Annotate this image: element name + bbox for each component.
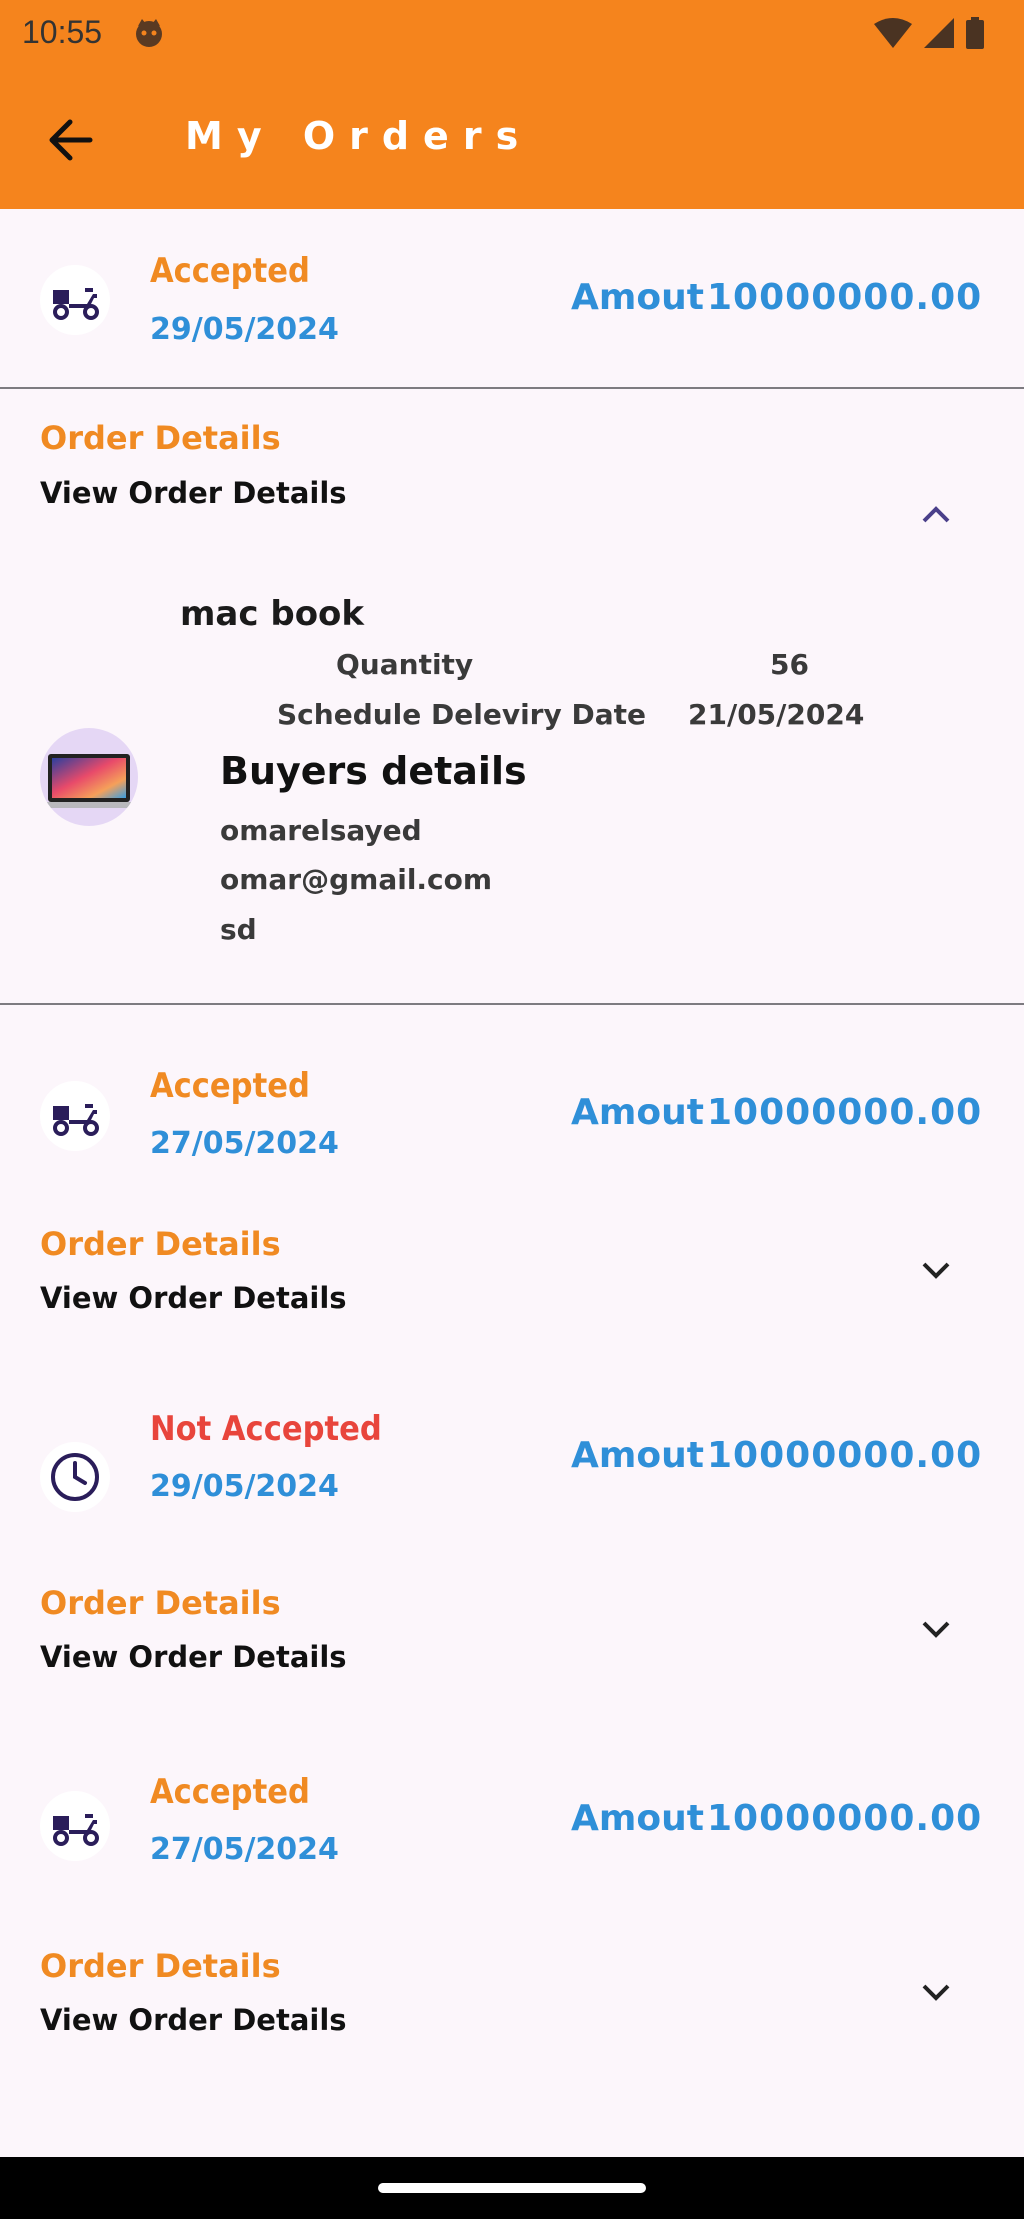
home-gesture-handle[interactable] — [378, 2183, 646, 2193]
chevron-down-icon[interactable] — [918, 1980, 954, 2004]
amount-label: Amout — [571, 1435, 704, 1476]
order-card[interactable]: Accepted 27/05/2024 Amout 10000000.00 — [0, 1760, 1024, 1940]
signal-icon — [924, 18, 954, 52]
quantity-label: Quantity — [336, 648, 474, 681]
battery-icon — [966, 17, 984, 53]
buyer-email: omar@gmail.com — [220, 863, 493, 896]
amount-value: 10000000.00 — [707, 277, 983, 318]
chevron-down-icon[interactable] — [918, 1258, 954, 1282]
view-order-details-link[interactable]: View Order Details — [40, 2003, 347, 2037]
order-details-panel[interactable]: Order Details View Order Details — [0, 1940, 1024, 2123]
order-details-panel: Order Details View Order Details mac boo… — [0, 389, 1024, 1034]
buyer-name: omarelsayed — [220, 814, 422, 847]
view-order-details-link[interactable]: View Order Details — [40, 476, 347, 510]
order-details-title: Order Details — [40, 1584, 281, 1622]
chevron-down-icon[interactable] — [918, 1617, 954, 1641]
order-details-title: Order Details — [40, 1947, 281, 1985]
page-title: My Orders — [185, 114, 533, 158]
buyers-details-title: Buyers details — [220, 749, 527, 793]
divider — [0, 1003, 1024, 1005]
delivery-scooter-icon — [40, 1081, 110, 1151]
order-status: Accepted — [150, 251, 310, 291]
order-details-panel[interactable]: Order Details View Order Details — [0, 1214, 1024, 1397]
amount-label: Amout — [571, 277, 704, 318]
order-details-title: Order Details — [40, 419, 281, 457]
order-status: Accepted — [150, 1772, 310, 1812]
amount-label: Amout — [571, 1092, 704, 1133]
order-date: 27/05/2024 — [150, 1126, 339, 1161]
delivery-scooter-icon — [40, 265, 110, 335]
order-details-panel[interactable]: Order Details View Order Details — [0, 1577, 1024, 1760]
amount-label: Amout — [571, 1798, 704, 1839]
amount-value: 10000000.00 — [707, 1092, 983, 1133]
order-date: 27/05/2024 — [150, 1832, 339, 1867]
status-icons — [874, 17, 984, 53]
system-nav-bar — [0, 2157, 1024, 2219]
schedule-delivery-label: Schedule Deleviry Date — [277, 698, 646, 731]
amount-value: 10000000.00 — [707, 1435, 983, 1476]
order-card[interactable]: Accepted 29/05/2024 Amout 10000000.00 — [0, 209, 1024, 389]
order-details-title: Order Details — [40, 1225, 281, 1263]
status-bar: 10:55 — [0, 0, 1024, 70]
clock-icon — [40, 1442, 110, 1512]
quantity-value: 56 — [770, 648, 809, 681]
app-notification-icon — [132, 16, 166, 50]
product-name: mac book — [180, 594, 365, 634]
chevron-up-icon[interactable] — [918, 501, 954, 525]
view-order-details-link[interactable]: View Order Details — [40, 1640, 347, 1674]
orders-list: Accepted 29/05/2024 Amout 10000000.00 Or… — [0, 209, 1024, 2123]
order-status: Accepted — [150, 1066, 310, 1106]
amount-value: 10000000.00 — [707, 1798, 983, 1839]
wifi-icon — [874, 18, 912, 52]
order-status: Not Accepted — [150, 1409, 382, 1449]
order-date: 29/05/2024 — [150, 312, 339, 347]
order-card[interactable]: Accepted 27/05/2024 Amout 10000000.00 — [0, 1034, 1024, 1214]
order-card[interactable]: Not Accepted 29/05/2024 Amout 10000000.0… — [0, 1397, 1024, 1577]
order-date: 29/05/2024 — [150, 1469, 339, 1504]
buyer-address: sd — [220, 913, 257, 946]
product-image — [40, 728, 138, 826]
app-bar: My Orders — [0, 70, 1024, 209]
delivery-scooter-icon — [40, 1791, 110, 1861]
back-arrow-icon[interactable] — [40, 114, 100, 166]
status-time: 10:55 — [22, 14, 103, 50]
view-order-details-link[interactable]: View Order Details — [40, 1281, 347, 1315]
schedule-delivery-value: 21/05/2024 — [688, 698, 865, 731]
